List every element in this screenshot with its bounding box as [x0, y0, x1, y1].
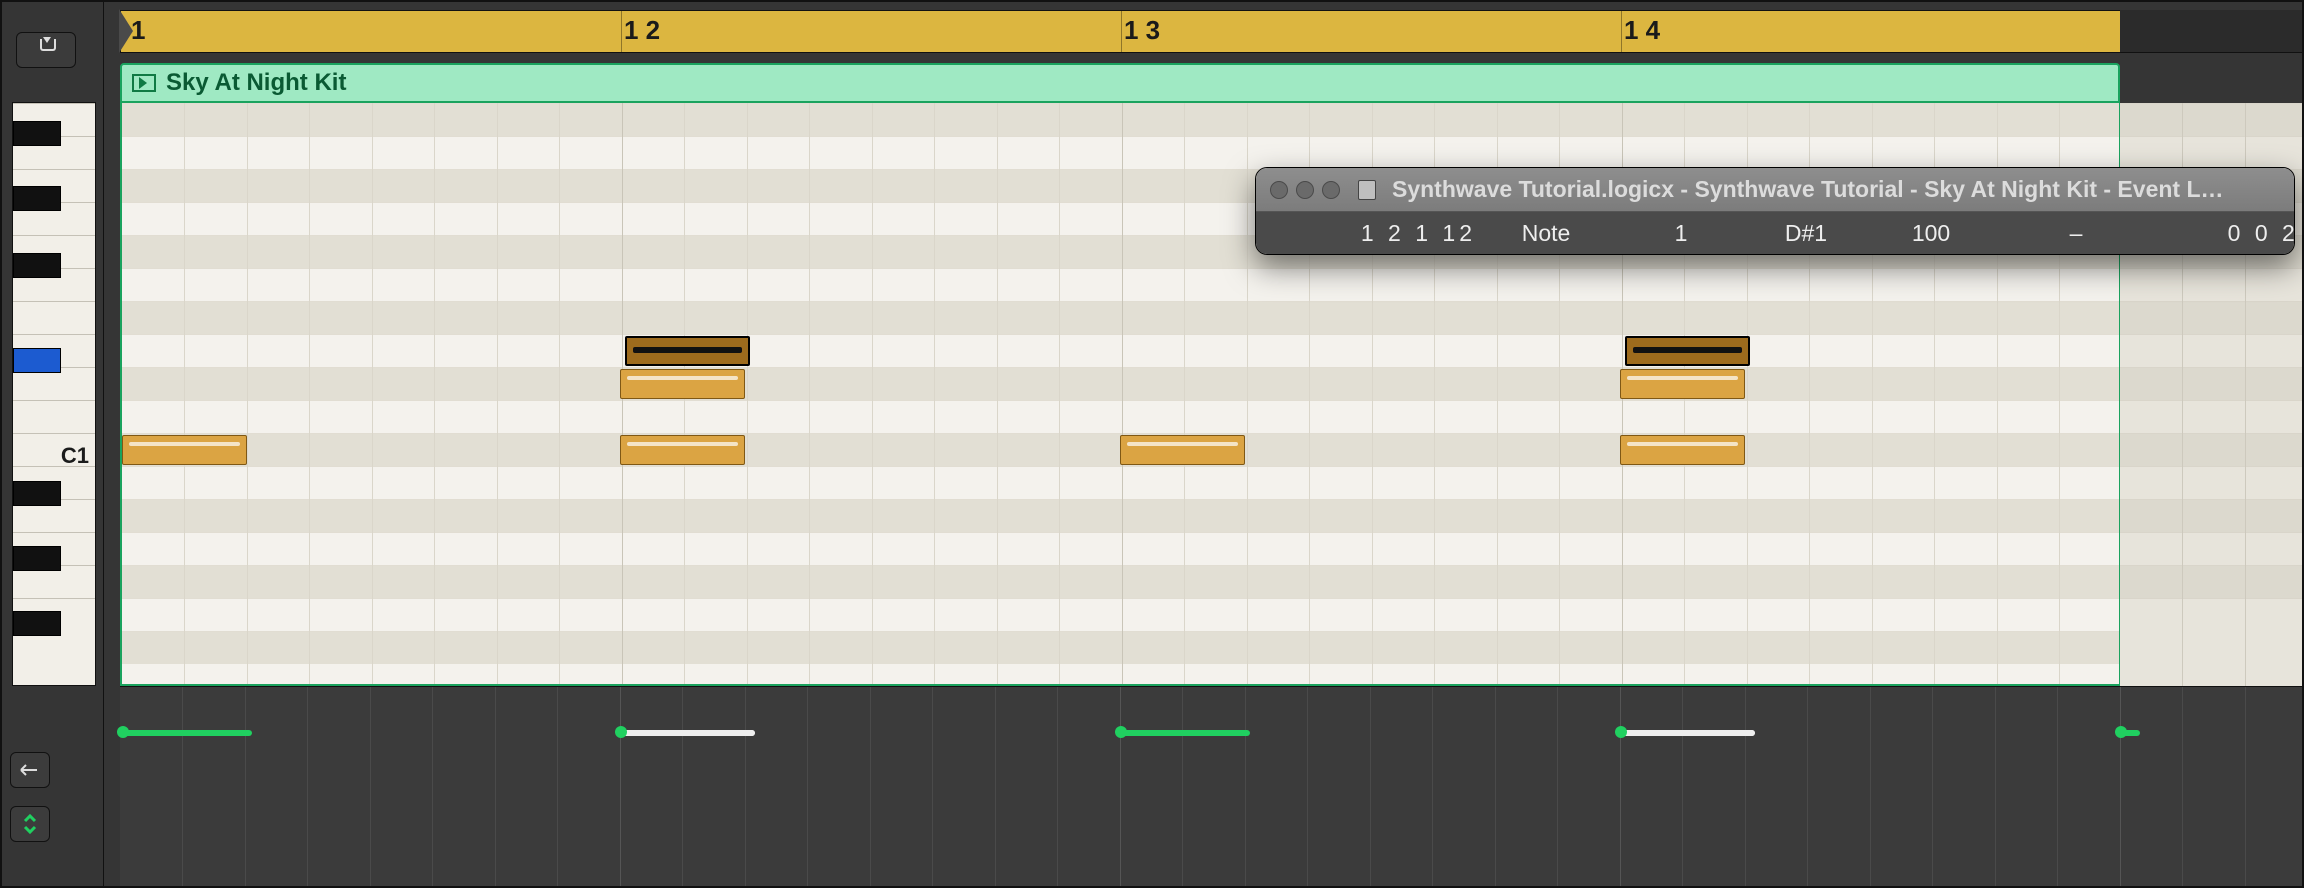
- ruler-label: 1 2: [624, 15, 660, 46]
- automation-select-button[interactable]: [10, 806, 50, 842]
- velocity-marker[interactable]: [620, 730, 755, 736]
- traffic-zoom[interactable]: [1322, 181, 1340, 199]
- arrow-return-icon: [17, 760, 43, 780]
- piano-keyboard[interactable]: C1: [12, 102, 96, 686]
- event-dash: –: [1996, 220, 2156, 247]
- traffic-close[interactable]: [1270, 181, 1288, 199]
- automation-arrow-button[interactable]: [10, 752, 50, 788]
- event-position[interactable]: 1 2 1 12: [1276, 220, 1476, 247]
- midi-note[interactable]: [1620, 435, 1745, 465]
- editor-left-panel: C1: [2, 2, 104, 886]
- ruler-label: 1 3: [1124, 15, 1160, 46]
- chevron-updown-icon: [21, 813, 39, 835]
- velocity-lane[interactable]: [120, 686, 2302, 886]
- event-type[interactable]: Note: [1476, 220, 1616, 247]
- event-channel[interactable]: 1: [1616, 220, 1746, 247]
- traffic-minimize[interactable]: [1296, 181, 1314, 199]
- event-length[interactable]: 0 0 2 0: [2156, 220, 2295, 247]
- velocity-marker[interactable]: [122, 730, 252, 736]
- catch-playhead-button[interactable]: [16, 32, 76, 68]
- midi-note-selected[interactable]: [1625, 336, 1750, 366]
- document-icon: [1358, 180, 1376, 200]
- midi-note[interactable]: [620, 369, 745, 399]
- midi-note-selected[interactable]: [625, 336, 750, 366]
- midi-note[interactable]: [1120, 435, 1245, 465]
- event-row[interactable]: 1 2 1 12 Note 1 D#1 100 – 0 0 2 0: [1256, 212, 2294, 254]
- velocity-marker[interactable]: [2120, 730, 2140, 736]
- play-icon: [132, 74, 156, 92]
- event-pitch[interactable]: D#1: [1746, 220, 1866, 247]
- midi-note[interactable]: [1620, 369, 1745, 399]
- event-list-window[interactable]: Synthwave Tutorial.logicx - Synthwave Tu…: [1255, 167, 2295, 255]
- midi-note[interactable]: [620, 435, 745, 465]
- timeline-ruler[interactable]: 1 1 2 1 3 1 4 2: [120, 10, 2302, 53]
- key-label-c1: C1: [61, 443, 89, 469]
- window-title: Synthwave Tutorial.logicx - Synthwave Tu…: [1392, 176, 2224, 203]
- ruler-label: 1: [131, 15, 145, 46]
- region-header[interactable]: Sky At Night Kit: [120, 63, 2120, 103]
- midi-note[interactable]: [122, 435, 247, 465]
- ruler-label: 1 4: [1624, 15, 1660, 46]
- event-velocity[interactable]: 100: [1866, 220, 1996, 247]
- velocity-marker[interactable]: [1120, 730, 1250, 736]
- catch-icon: [35, 41, 57, 59]
- ruler-tail: [2120, 10, 2302, 53]
- region-title: Sky At Night Kit: [166, 69, 346, 97]
- window-titlebar[interactable]: Synthwave Tutorial.logicx - Synthwave Tu…: [1256, 168, 2294, 212]
- velocity-marker[interactable]: [1620, 730, 1755, 736]
